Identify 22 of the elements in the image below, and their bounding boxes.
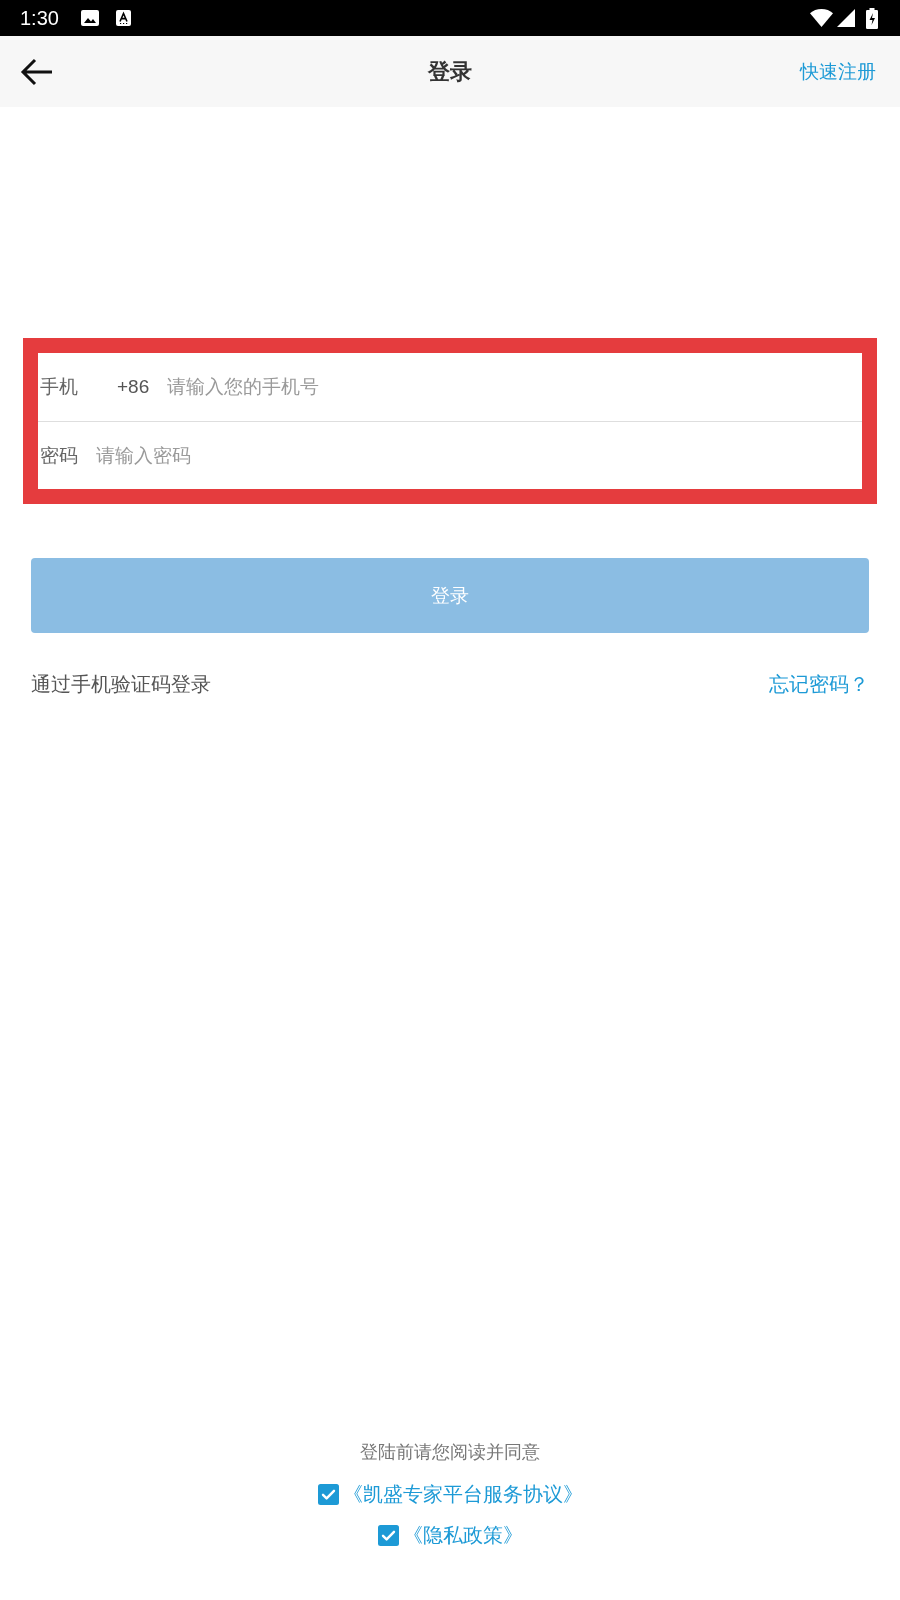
agreement-link[interactable]: 《隐私政策》	[402, 1522, 523, 1549]
phone-input[interactable]: 请输入您的手机号	[167, 353, 862, 421]
page-title: 登录	[428, 57, 472, 86]
status-time: 1:30	[20, 6, 59, 30]
wifi-icon	[810, 9, 833, 27]
checkbox[interactable]	[377, 1525, 399, 1546]
field-label: 手机	[40, 375, 78, 399]
back-arrow-icon	[20, 57, 53, 86]
checkbox[interactable]	[317, 1484, 339, 1505]
battery-icon	[866, 7, 878, 29]
sms-login-link[interactable]: 通过手机验证码登录	[31, 671, 211, 698]
back-button[interactable]	[20, 57, 53, 86]
register-link[interactable]: 快速注册	[800, 58, 876, 85]
forgot-password-link[interactable]: 忘记密码？	[769, 671, 869, 698]
country-code: +86	[117, 376, 150, 398]
image-icon	[80, 10, 99, 26]
agreement-prompt: 登陆前请您阅读并同意	[360, 1441, 540, 1464]
signal-icon	[837, 9, 855, 27]
field-label: 密码	[40, 443, 78, 468]
agreement-link[interactable]: 《凯盛专家平台服务协议》	[342, 1481, 583, 1508]
font-icon	[115, 10, 131, 26]
password-input[interactable]: 请输入密码	[96, 422, 862, 489]
